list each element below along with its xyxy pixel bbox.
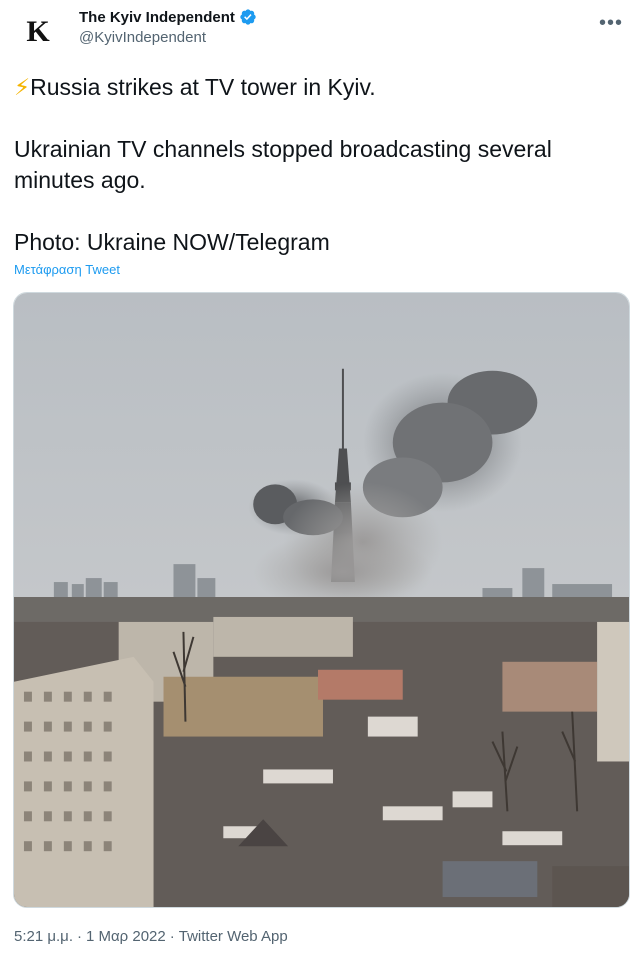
tweet-date[interactable]: 1 Μαρ 2022	[86, 928, 166, 945]
tweet-line-1: ⚡Russia strikes at TV tower in Kyiv.	[14, 72, 626, 103]
tweet-header: K The Kyiv Independent @KyivIndependent …	[14, 6, 626, 58]
verified-badge-icon	[239, 8, 257, 26]
avatar-logo: K	[26, 15, 50, 48]
tweet-source-app[interactable]: Twitter Web App	[179, 928, 288, 945]
photo-of-smoke-over-tv-tower	[14, 293, 629, 907]
tweet-time[interactable]: 5:21 μ.μ.	[14, 928, 73, 945]
author-names: The Kyiv Independent @KyivIndependent	[79, 8, 257, 46]
display-name[interactable]: The Kyiv Independent	[79, 9, 235, 26]
more-options-icon[interactable]: •••	[598, 10, 624, 36]
tweet-line-3: Photo: Ukraine NOW/Telegram	[14, 229, 330, 255]
tweet-text: ⚡Russia strikes at TV tower in Kyiv. Ukr…	[14, 72, 626, 258]
meta-separator: ·	[169, 928, 175, 945]
display-name-row: The Kyiv Independent	[79, 8, 257, 26]
author-handle[interactable]: @KyivIndependent	[79, 29, 257, 46]
meta-separator: ·	[76, 928, 82, 945]
tweet-meta: 5:21 μ.μ. · 1 Μαρ 2022 · Twitter Web App	[14, 928, 288, 945]
tweet-line-2: Ukrainian TV channels stopped broadcasti…	[14, 136, 552, 193]
lightning-bolt-icon: ⚡	[14, 74, 31, 100]
translate-tweet-link[interactable]: Μετάφραση Tweet	[14, 262, 120, 277]
tweet-line-1-text: Russia strikes at TV tower in Kyiv.	[30, 74, 376, 100]
tweet-photo[interactable]	[13, 292, 630, 908]
avatar[interactable]: K	[14, 8, 62, 56]
